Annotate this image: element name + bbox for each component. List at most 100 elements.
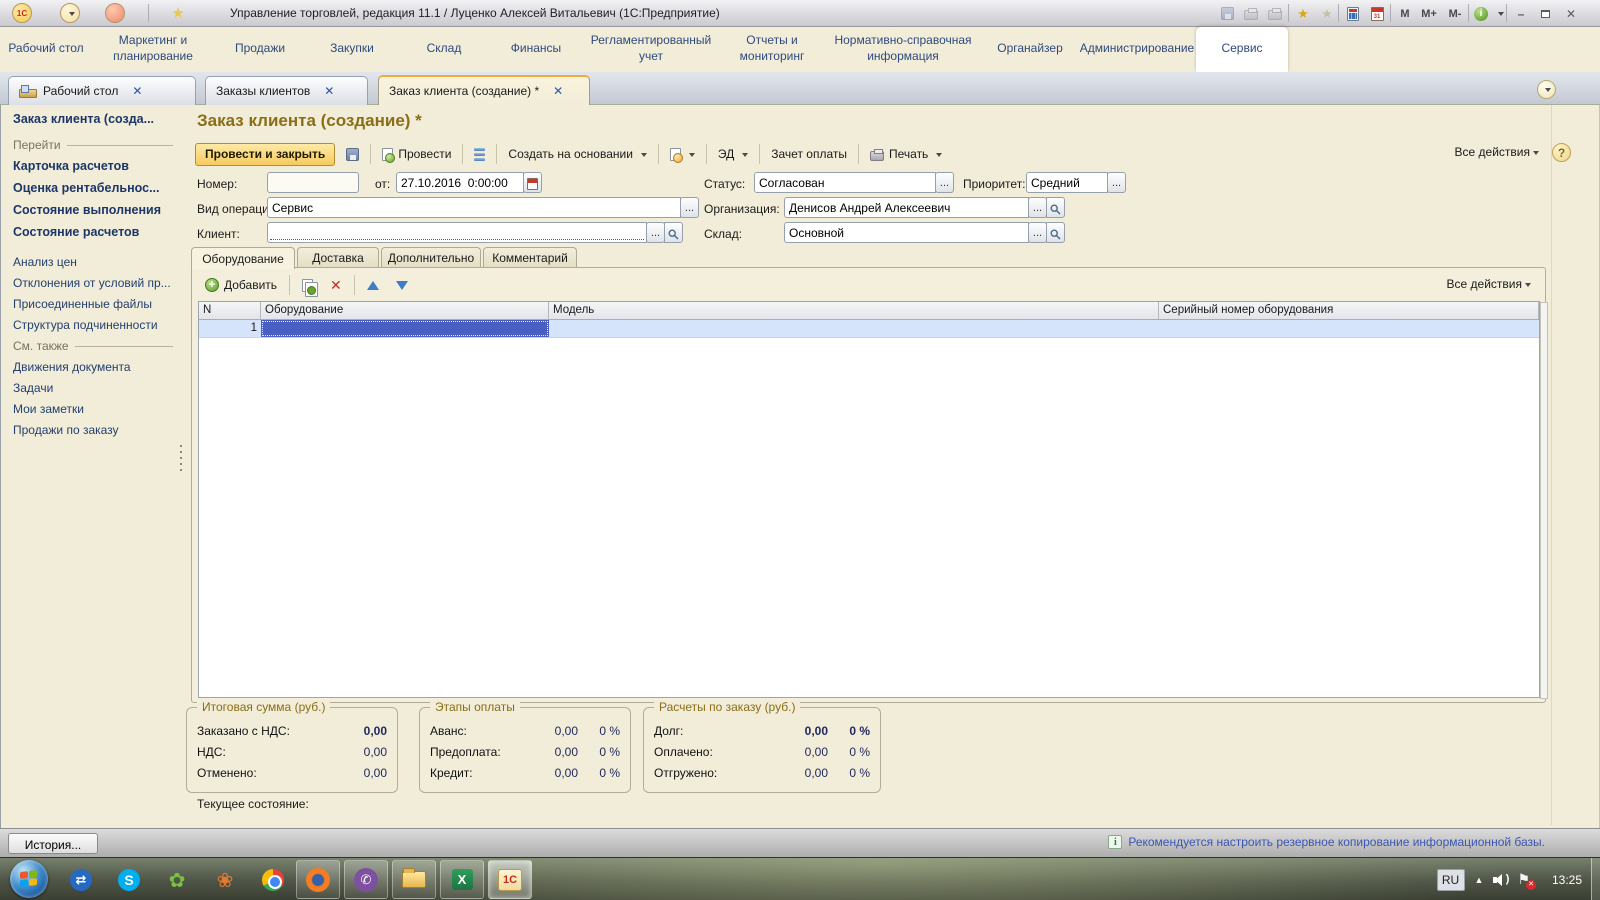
nav-sales-by-order[interactable]: Продажи по заказу <box>13 423 173 437</box>
backup-recommendation[interactable]: i Рекомендуется настроить резервное копи… <box>1108 835 1545 849</box>
table-all-actions-button[interactable]: Все действия <box>1447 277 1531 291</box>
tab-delivery[interactable]: Доставка <box>297 247 379 268</box>
operation-select-button[interactable]: ... <box>680 197 699 218</box>
start-button[interactable] <box>10 860 48 898</box>
section-warehouse[interactable]: Склад <box>398 27 490 72</box>
table-row[interactable]: 1 <box>199 320 1539 338</box>
ed-button[interactable]: ЭД <box>713 143 753 165</box>
taskbar-excel-button[interactable]: X <box>440 860 484 899</box>
copy-row-button[interactable] <box>297 275 318 296</box>
minimize-button[interactable]: – <box>1512 5 1530 22</box>
language-indicator[interactable]: RU <box>1437 869 1465 891</box>
tab-additional[interactable]: Дополнительно <box>381 247 481 268</box>
date-input[interactable] <box>396 172 524 193</box>
move-up-button[interactable] <box>362 277 384 294</box>
priority-select-button[interactable]: ... <box>1107 172 1126 193</box>
action-center-flag-icon[interactable]: ⚑✕ <box>1517 871 1530 888</box>
nav-deviations[interactable]: Отклонения от условий пр... <box>13 276 173 290</box>
taskbar-explorer-button[interactable] <box>392 860 436 899</box>
col-model[interactable]: Модель <box>549 302 1159 319</box>
col-n[interactable]: N <box>199 302 261 319</box>
taskbar-teamviewer-icon[interactable]: ⇄ <box>66 865 96 895</box>
nav-attached-files[interactable]: Присоединенные файлы <box>13 297 173 311</box>
nav-my-notes[interactable]: Мои заметки <box>13 402 173 416</box>
col-serial[interactable]: Серийный номер оборудования <box>1159 302 1539 319</box>
clock-area[interactable]: 13:25 <box>1552 858 1582 900</box>
organization-select-button[interactable]: ... <box>1028 197 1047 218</box>
organization-input[interactable] <box>784 197 1029 218</box>
warehouse-open-button[interactable] <box>1046 222 1065 243</box>
tab-comment[interactable]: Комментарий <box>483 247 577 268</box>
organization-open-button[interactable] <box>1046 197 1065 218</box>
cell-n[interactable]: 1 <box>199 320 261 337</box>
status-select-button[interactable]: ... <box>935 172 954 193</box>
taskbar-icq-icon[interactable]: ✿ <box>162 865 192 895</box>
nav-profitability[interactable]: Оценка рентабельнос... <box>13 181 173 195</box>
delete-row-button[interactable]: ✕ <box>325 273 347 298</box>
restore-button[interactable] <box>1536 5 1554 22</box>
favorites-star-icon[interactable]: ★ <box>168 3 188 23</box>
cell-model[interactable] <box>549 320 1159 337</box>
section-finance[interactable]: Финансы <box>490 27 582 72</box>
table-scrollbar[interactable] <box>1540 302 1548 699</box>
close-tab-icon[interactable]: ✕ <box>324 84 334 98</box>
cell-serial[interactable] <box>1159 320 1539 337</box>
nav-subordination[interactable]: Структура подчиненности <box>13 318 173 332</box>
section-service[interactable]: Сервис <box>1196 27 1288 72</box>
section-master-data[interactable]: Нормативно-справочная информация <box>824 27 982 72</box>
section-regulated-accounting[interactable]: Регламентированный учет <box>582 27 720 72</box>
register-records-button[interactable] <box>469 143 490 165</box>
tab-desktop[interactable]: Рабочий стол ✕ <box>8 76 196 105</box>
taskbar-skype-icon[interactable]: S <box>114 865 144 895</box>
memory-add-button[interactable]: M+ <box>1420 5 1438 22</box>
history-button[interactable]: История... <box>8 833 98 854</box>
memory-recall-button[interactable]: M <box>1396 5 1414 22</box>
nav-settlement-card[interactable]: Карточка расчетов <box>13 159 173 173</box>
client-select-button[interactable]: ... <box>646 222 665 243</box>
document-clock-button[interactable] <box>665 144 700 165</box>
volume-icon[interactable]: ) <box>1493 873 1507 887</box>
nav-settlement-state[interactable]: Состояние расчетов <box>13 225 173 239</box>
favorites-icon[interactable]: ★ <box>1318 5 1336 22</box>
section-purchases[interactable]: Закупки <box>306 27 398 72</box>
nav-price-analysis[interactable]: Анализ цен <box>13 255 173 269</box>
section-desktop[interactable]: Рабочий стол <box>0 27 92 72</box>
onec-system-menu-icon[interactable]: 1С <box>12 3 32 23</box>
col-equipment[interactable]: Оборудование <box>261 302 549 319</box>
client-input[interactable] <box>267 222 647 243</box>
main-menu-button[interactable] <box>60 3 80 23</box>
payment-offset-button[interactable]: Зачет оплаты <box>766 143 852 165</box>
memory-subtract-button[interactable]: M- <box>1446 5 1464 22</box>
print-icon[interactable] <box>1242 5 1260 22</box>
print-button[interactable]: Печать <box>865 143 947 165</box>
tab-customer-order-new[interactable]: Заказ клиента (создание) * ✕ <box>378 75 590 105</box>
taskbar-viber-button[interactable]: ✆ <box>344 860 388 899</box>
operation-input[interactable] <box>267 197 681 218</box>
section-organizer[interactable]: Органайзер <box>982 27 1078 72</box>
print-preview-icon[interactable] <box>1266 5 1284 22</box>
taskbar-1c-button[interactable]: 1С <box>488 860 532 899</box>
sidebar-splitter[interactable] <box>177 105 185 828</box>
tab-customer-orders[interactable]: Заказы клиентов ✕ <box>205 76 368 105</box>
cell-equipment-selected[interactable] <box>261 320 549 337</box>
section-reports[interactable]: Отчеты и мониторинг <box>720 27 824 72</box>
close-button[interactable]: ✕ <box>1562 5 1580 22</box>
taskbar-flower-app-icon[interactable]: ❀ <box>210 865 240 895</box>
create-based-on-button[interactable]: Создать на основании <box>503 143 652 165</box>
nav-document-movements[interactable]: Движения документа <box>13 360 173 374</box>
help-button[interactable]: ? <box>1552 143 1571 162</box>
add-row-button[interactable]: + Добавить <box>200 274 282 296</box>
quick-launch-button[interactable] <box>105 3 125 23</box>
form-all-actions-button[interactable]: Все действия <box>1455 145 1539 159</box>
warehouse-select-button[interactable]: ... <box>1028 222 1047 243</box>
nav-fulfillment-state[interactable]: Состояние выполнения <box>13 203 173 217</box>
calculator-icon[interactable] <box>1344 5 1362 22</box>
post-and-close-button[interactable]: Провести и закрыть <box>195 143 335 166</box>
section-sales[interactable]: Продажи <box>214 27 306 72</box>
calendar-icon[interactable]: 31 <box>1368 5 1386 22</box>
client-open-button[interactable] <box>664 222 683 243</box>
move-down-button[interactable] <box>391 277 413 294</box>
tab-list-button[interactable] <box>1537 80 1556 99</box>
close-tab-icon[interactable]: ✕ <box>553 84 563 98</box>
number-input[interactable] <box>267 172 359 193</box>
